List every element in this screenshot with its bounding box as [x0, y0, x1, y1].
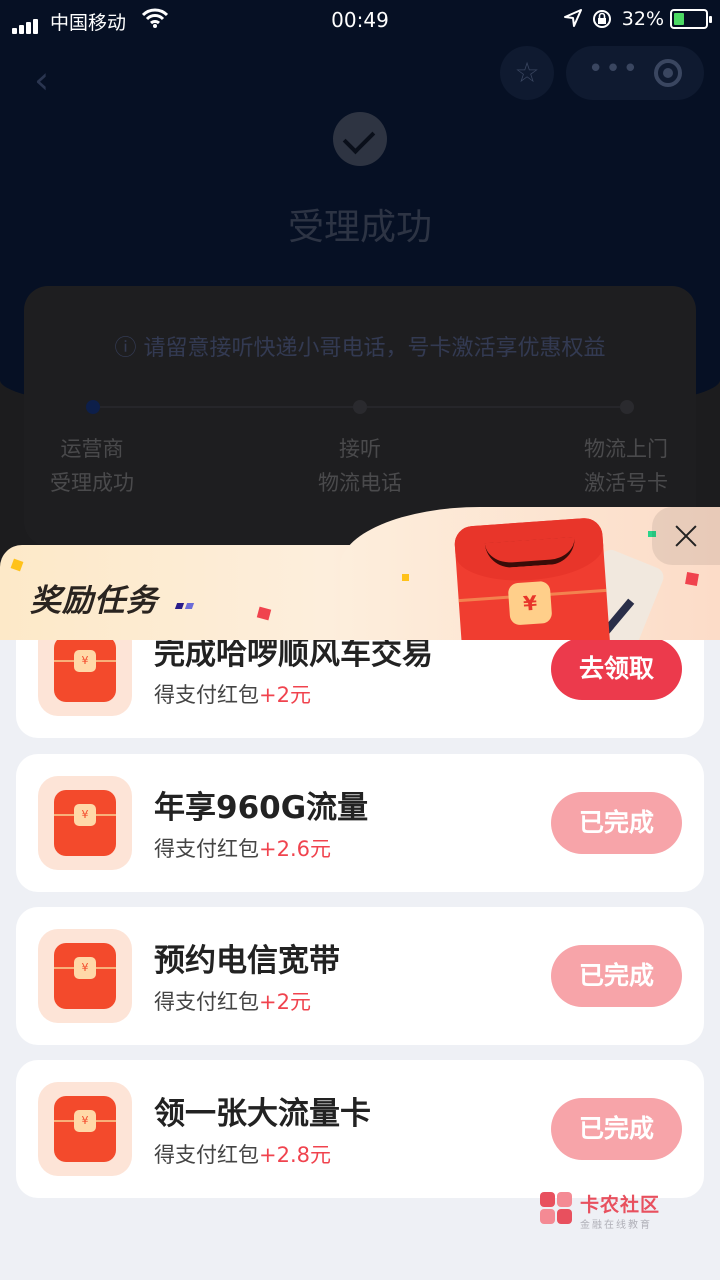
task-name: 年享960G流量 — [154, 790, 369, 826]
more-dots-icon[interactable]: ••• — [588, 54, 640, 84]
battery-percent: 32% — [621, 8, 664, 30]
red-packet-icon: ¥ — [38, 640, 132, 716]
status-bar: 中国移动 00:49 32% — [0, 0, 720, 40]
back-button[interactable]: ‹ — [34, 58, 49, 102]
watermark: 卡农社区 金融在线教育 — [540, 1190, 680, 1240]
step-1: 运营商 受理成功 — [0, 432, 192, 500]
yuan-coin-icon: ¥ — [507, 580, 553, 626]
watermark-title: 卡农社区 — [580, 1194, 661, 1216]
reward-label: 得支付红包 — [154, 837, 259, 861]
task-reward: 得支付红包+2元 — [154, 679, 311, 709]
red-packet-icon: ¥ — [38, 1082, 132, 1176]
task-name: 领一张大流量卡 — [154, 1096, 371, 1132]
confetti — [685, 572, 699, 586]
reward-amount: +2.8元 — [259, 1143, 331, 1167]
step-2-line1: 接听 — [339, 437, 381, 461]
task-card-traffic-960g[interactable]: ¥ 年享960G流量 得支付红包+2.6元 已完成 — [16, 754, 704, 892]
task-card-hello-ride[interactable]: ¥ 完成哈啰顺风车交易 得支付红包+2元 去领取 — [16, 640, 704, 738]
task-list[interactable]: ¥ 完成哈啰顺风车交易 得支付红包+2元 去领取 ¥ 年享960G流量 得支付红… — [0, 640, 720, 1280]
reward-label: 得支付红包 — [154, 683, 259, 707]
step-3: 物流上门 激活号卡 — [526, 432, 720, 500]
step-dot-3 — [620, 400, 634, 414]
title-decoration — [174, 594, 196, 613]
watermark-subtitle: 金融在线教育 — [580, 1220, 652, 1231]
task-reward: 得支付红包+2元 — [154, 986, 311, 1016]
orientation-lock-icon — [593, 10, 611, 28]
mini-program-capsule[interactable]: ••• — [566, 46, 704, 100]
red-packet-icon: ¥ — [38, 776, 132, 870]
favorite-button[interactable]: ☆ — [500, 46, 554, 100]
task-card-broadband[interactable]: ¥ 预约电信宽带 得支付红包+2元 已完成 — [16, 907, 704, 1045]
completed-button[interactable]: 已完成 — [551, 792, 682, 854]
step-3-line2: 激活号卡 — [584, 471, 668, 495]
step-2-line2: 物流电话 — [318, 471, 402, 495]
battery-charging-icon — [670, 9, 712, 29]
star-icon: ☆ — [514, 56, 540, 89]
watermark-logo-icon — [540, 1192, 574, 1226]
claim-button[interactable]: 去领取 — [551, 640, 682, 700]
confetti — [402, 574, 409, 581]
step-1-line1: 运营商 — [60, 437, 124, 461]
task-name: 完成哈啰顺风车交易 — [154, 640, 433, 672]
reward-amount: +2元 — [259, 683, 311, 707]
clock: 00:49 — [331, 8, 389, 32]
task-reward: 得支付红包+2.8元 — [154, 1139, 331, 1169]
info-icon: ⓘ — [114, 336, 137, 361]
reward-label: 得支付红包 — [154, 990, 259, 1014]
sheet-title: 奖励任务 — [30, 583, 158, 619]
completed-button[interactable]: 已完成 — [551, 945, 682, 1007]
task-reward: 得支付红包+2.6元 — [154, 833, 331, 863]
step-1-line2: 受理成功 — [50, 471, 134, 495]
reward-amount: +2元 — [259, 990, 311, 1014]
red-packet-icon: ¥ — [38, 929, 132, 1023]
notice-text: ⓘ 请留意接听快递小哥电话，号卡激活享优惠权益 — [24, 330, 696, 362]
red-packet-illustration: ¥ — [453, 516, 611, 660]
task-card-data-sim[interactable]: ¥ 领一张大流量卡 得支付红包+2.8元 已完成 — [16, 1060, 704, 1198]
reward-amount: +2.6元 — [259, 837, 331, 861]
reward-label: 得支付红包 — [154, 1143, 259, 1167]
task-name: 预约电信宽带 — [154, 943, 340, 979]
step-2: 接听 物流电话 — [260, 432, 460, 500]
close-sheet-button[interactable] — [652, 507, 720, 565]
target-close-icon[interactable] — [654, 59, 682, 87]
success-title: 受理成功 — [287, 207, 432, 248]
location-icon — [564, 9, 582, 27]
step-3-line1: 物流上门 — [584, 437, 668, 461]
completed-button[interactable]: 已完成 — [551, 1098, 682, 1160]
notice-message: 请留意接听快递小哥电话，号卡激活享优惠权益 — [143, 336, 606, 361]
success-check-icon — [333, 112, 387, 166]
step-dot-1 — [86, 400, 100, 414]
step-dot-2 — [353, 400, 367, 414]
